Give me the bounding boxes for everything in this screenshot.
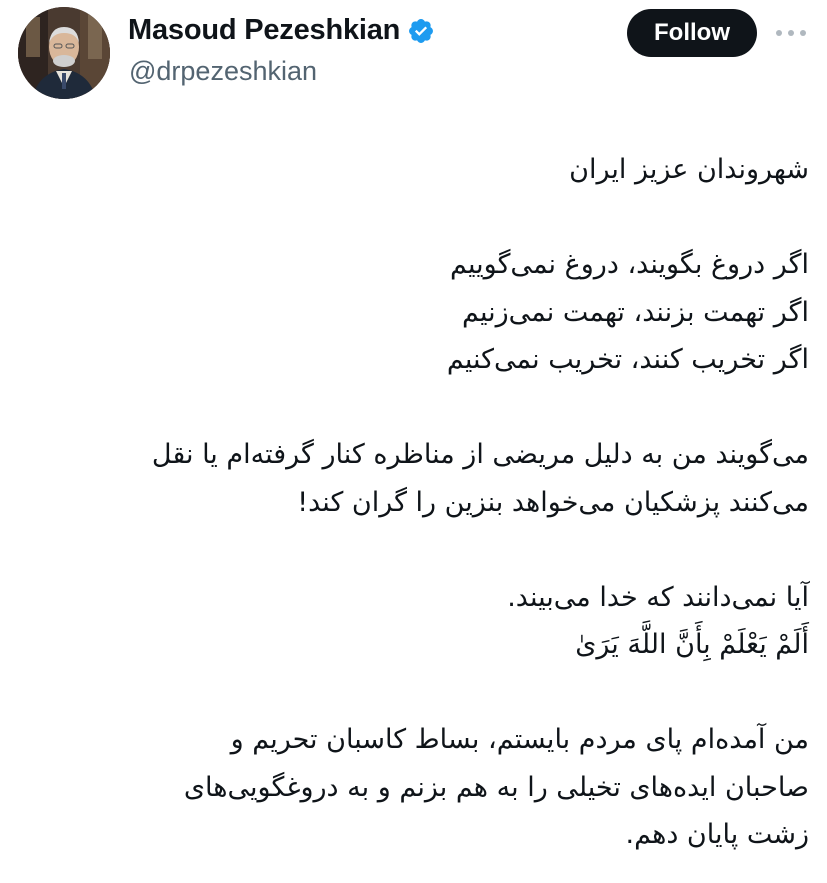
- tweet-line: أَلَمْ یَعْلَمْ بِأَنَّ اللَّهَ یَرَىٰ: [575, 629, 809, 660]
- author-name-row[interactable]: Masoud Pezeshkian: [128, 14, 435, 47]
- tweet-text: شهروندان عزیز ایران اگر دروغ بگویند، درو…: [19, 146, 809, 859]
- tweet-line: می‌گویند من به دلیل مریضی از مناظره کنار…: [151, 439, 809, 470]
- tweet-line: من آمده‌ام پای مردم بایستم، بساط کاسبان …: [230, 724, 809, 755]
- tweet-line: زشت پایان دهم.: [625, 819, 809, 850]
- author-display-name[interactable]: Masoud Pezeshkian: [128, 14, 400, 47]
- avatar-image: [18, 7, 110, 99]
- tweet-line: صاحبان ایده‌های تخیلی را به هم بزنم و به…: [183, 771, 809, 803]
- tweet-line: اگر تهمت بزنند، تهمت نمی‌زنیم: [461, 296, 809, 328]
- tweet-line: می‌کنند پزشکیان می‌خواهد بنزین را گران ک…: [297, 486, 809, 518]
- tweet-header: Masoud Pezeshkian @drpezeshkian Follow: [0, 0, 827, 110]
- author-handle[interactable]: @drpezeshkian: [129, 56, 317, 87]
- avatar[interactable]: [18, 7, 110, 99]
- tweet-line: اگر تخریب کنند، تخریب نمی‌کنیم: [446, 344, 809, 375]
- follow-button[interactable]: Follow: [627, 9, 757, 57]
- tweet-line: آیا نمی‌دانند که خدا می‌بیند.: [507, 581, 809, 613]
- tweet-line: اگر دروغ بگویند، دروغ نمی‌گوییم: [450, 249, 809, 280]
- verified-badge-icon: [407, 17, 435, 45]
- tweet-line: شهروندان عزیز ایران: [569, 154, 809, 185]
- more-options-icon[interactable]: [774, 20, 808, 46]
